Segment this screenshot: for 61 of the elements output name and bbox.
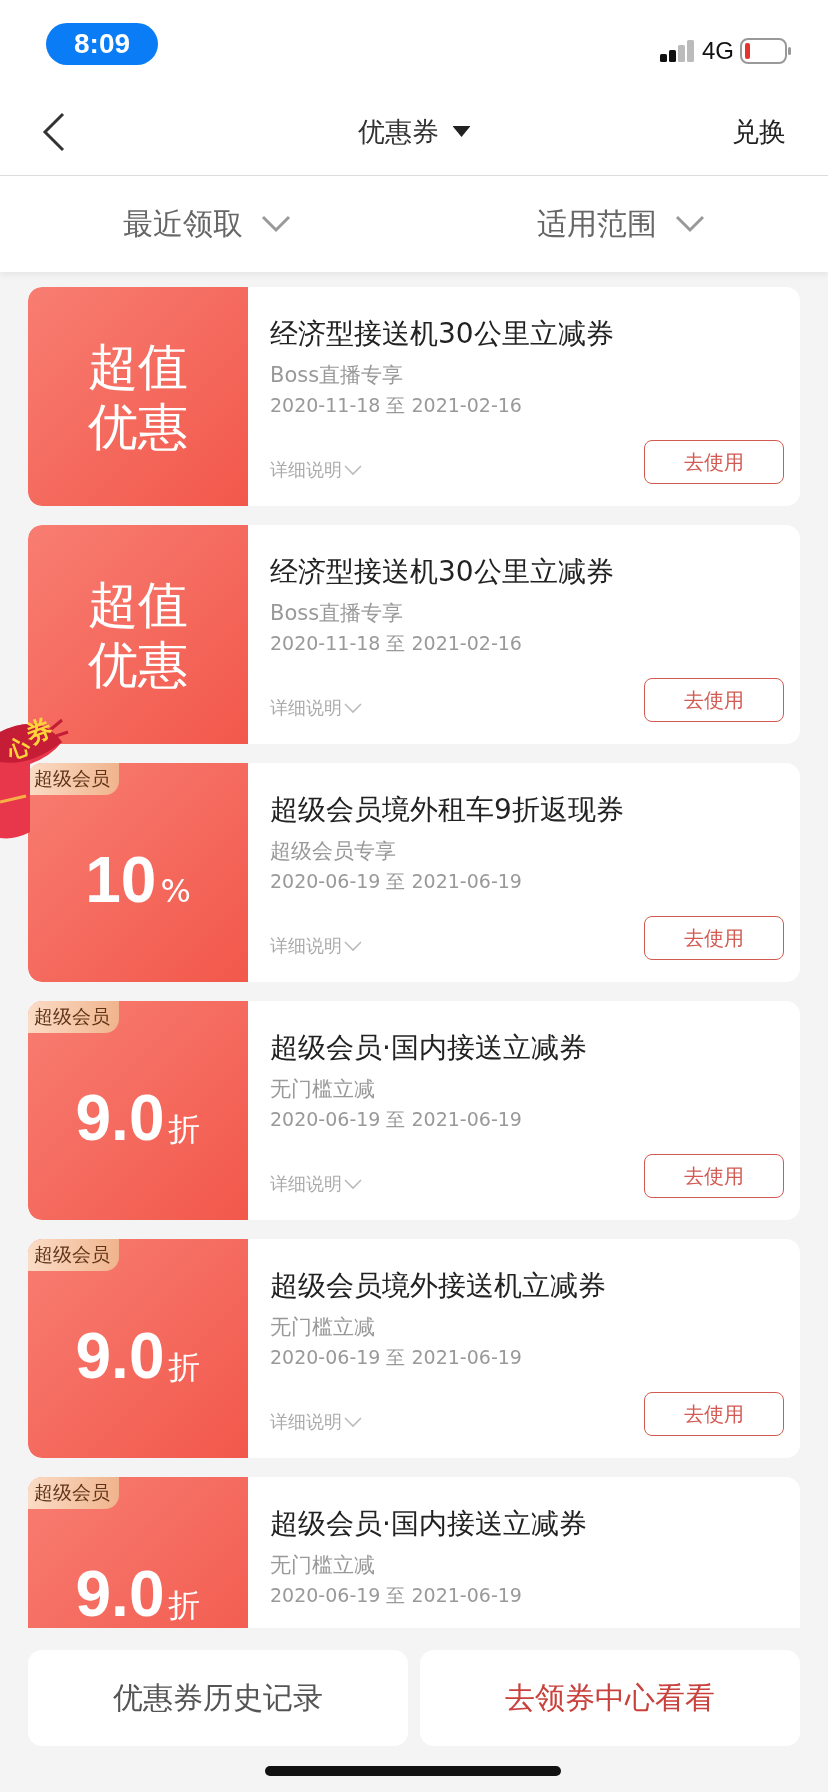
chevron-down-icon [261,215,291,233]
details-toggle[interactable]: 详细说明 [270,934,362,958]
details-toggle[interactable]: 详细说明 [270,1172,362,1196]
coupon-value: 9.0 [75,1556,165,1628]
title-dropdown[interactable]: 优惠券 [357,113,471,150]
coupon-title: 经济型接送机30公里立减券 [270,554,615,590]
chevron-down-icon [675,215,705,233]
coupon-unit: 折 [168,1108,201,1150]
details-toggle[interactable]: 详细说明 [270,1410,362,1434]
dropdown-icon [452,126,471,137]
back-icon[interactable] [42,111,66,152]
coupon-subtitle: 超级会员专享 [270,838,397,865]
coupon-subtitle: 无门槛立减 [270,1076,376,1103]
coupon-subtitle: 无门槛立减 [270,1314,376,1341]
coupon-unit: 折 [168,1346,201,1388]
chevron-down-icon [344,940,362,952]
use-button[interactable]: 去使用 [644,1154,784,1198]
bottom-button[interactable]: 去领券中心看看 [420,1650,800,1746]
use-button[interactable]: 去使用 [644,1392,784,1436]
coupon-unit: % [160,871,191,910]
filter-dropdown[interactable]: 适用范围 [414,176,828,272]
status-time: 8:09 [46,23,159,65]
use-button[interactable]: 去使用 [644,440,784,484]
network-label: 4G [702,37,734,65]
battery-icon [740,38,792,64]
chevron-down-icon [344,1416,362,1428]
coupon-subtitle: 无门槛立减 [270,1552,376,1579]
coupon-dates: 2020-06-19 至 2021-06-19 [270,1583,523,1608]
details-toggle[interactable]: 详细说明 [270,696,362,720]
coupon-subtitle: Boss直播专享 [270,600,405,627]
coupon-dates: 2020-06-19 至 2021-06-19 [270,1345,523,1370]
chevron-down-icon [344,702,362,714]
coupon-title: 超级会员境外接送机立减券 [270,1268,607,1304]
details-toggle[interactable]: 详细说明 [270,458,362,482]
coupon-value: 10 [85,842,157,917]
filter-dropdown[interactable]: 最近领取 [0,176,414,272]
coupon-title: 经济型接送机30公里立减券 [270,316,615,352]
redeem-button[interactable]: 兑换 [732,113,786,150]
coupon-dates: 2020-06-19 至 2021-06-19 [270,1107,523,1132]
coupon-unit: 折 [168,1584,201,1626]
coupon-title: 超级会员·国内接送立减券 [270,1030,588,1066]
coupon-value: 超值优惠 [87,336,189,457]
coupon-subtitle: Boss直播专享 [270,362,405,389]
chevron-down-icon [344,1178,362,1190]
member-badge: 超级会员 [28,1239,119,1271]
signal-icon [660,39,696,63]
use-button[interactable]: 去使用 [644,678,784,722]
member-badge: 超级会员 [28,1477,119,1509]
member-badge: 超级会员 [28,1001,119,1033]
chevron-down-icon [344,464,362,476]
use-button[interactable]: 去使用 [644,916,784,960]
coupon-dates: 2020-06-19 至 2021-06-19 [270,869,523,894]
coupon-value: 9.0 [75,1318,165,1393]
coupon-dates: 2020-11-18 至 2021-02-16 [270,631,523,656]
coupon-title: 超级会员·国内接送立减券 [270,1506,588,1542]
bottom-button[interactable]: 优惠券历史记录 [28,1650,408,1746]
coupon-value: 超值优惠 [87,574,189,695]
coupon-value: 9.0 [75,1080,165,1155]
coupon-title: 超级会员境外租车9折返现券 [270,792,625,828]
coupon-dates: 2020-11-18 至 2021-02-16 [270,393,523,418]
member-badge: 超级会员 [28,763,119,795]
